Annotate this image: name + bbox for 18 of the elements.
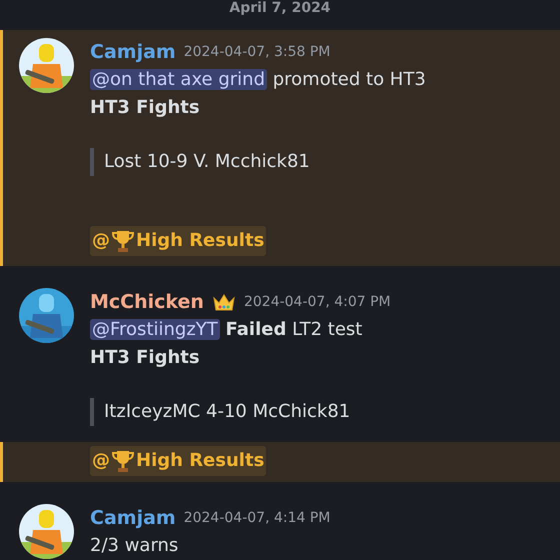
timestamp: 2024-04-07, 4:07 PM bbox=[244, 294, 391, 310]
user-mention[interactable]: @on that axe grind bbox=[90, 69, 268, 90]
username[interactable]: Camjam bbox=[90, 41, 176, 63]
date-divider: April 7, 2024 bbox=[229, 0, 331, 16]
timestamp: 2024-04-07, 4:14 PM bbox=[184, 510, 330, 526]
message-text: 2/3 warns bbox=[90, 534, 180, 558]
role-mention[interactable]: @ High Results bbox=[90, 446, 266, 476]
quote-text: ItzIceyzMC 4-10 McChick81 bbox=[104, 401, 350, 422]
username[interactable]: McChicken bbox=[90, 291, 204, 313]
username[interactable]: Camjam bbox=[90, 507, 176, 529]
role-mention[interactable]: @ High Results bbox=[90, 226, 266, 256]
user-mention[interactable]: @FrostiingzYT bbox=[90, 319, 220, 340]
quote-text: Lost 10-9 V. Mcchick81 bbox=[104, 151, 310, 172]
message-text: @on that axe grind promoted to HT3 bbox=[90, 68, 426, 92]
message-heading: HT3 Fights bbox=[90, 96, 201, 120]
message-text: @FrostiingzYT Failed LT2 test bbox=[90, 318, 364, 342]
message-heading: HT3 Fights bbox=[90, 346, 201, 370]
timestamp: 2024-04-07, 3:58 PM bbox=[184, 44, 330, 60]
